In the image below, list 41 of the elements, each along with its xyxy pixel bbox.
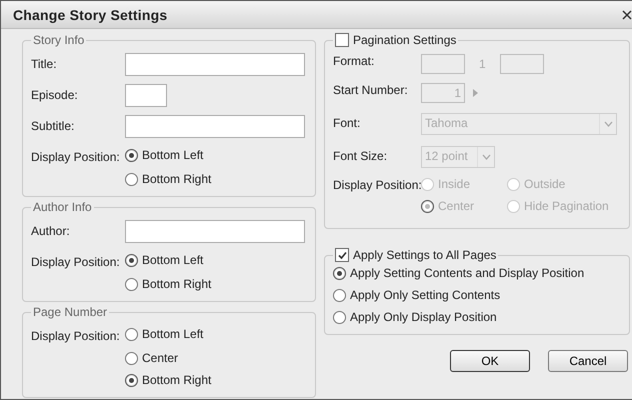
radio-button[interactable]: Bottom Left <box>125 247 307 273</box>
text-field[interactable] <box>125 220 305 243</box>
text-field[interactable] <box>125 53 305 76</box>
field-label: Display Position: <box>31 254 121 271</box>
group-title: Author Info <box>32 200 93 214</box>
radio-button[interactable]: Apply Only Setting Contents <box>333 284 621 306</box>
field-label: Format: <box>333 53 376 70</box>
field-label: Author: <box>31 223 71 240</box>
group-title: Story Info <box>32 33 86 47</box>
radio-button[interactable]: Bottom Right <box>125 168 307 190</box>
text-field[interactable] <box>421 54 465 74</box>
radio-button[interactable]: Bottom Left <box>125 321 307 347</box>
field-label: Display Position: <box>333 177 421 194</box>
radio-button[interactable]: Apply Setting Contents and Display Position <box>333 262 621 284</box>
field-label: Display Position: <box>31 149 121 166</box>
field-label: Subtitle: <box>31 118 76 135</box>
radio-button[interactable]: Bottom Right <box>125 273 307 295</box>
field-label: Title: <box>31 56 58 73</box>
dialog-button[interactable]: Cancel <box>548 350 628 372</box>
radio-button[interactable]: Center <box>125 347 307 369</box>
text-field[interactable] <box>125 115 305 138</box>
radio-button[interactable]: Bottom Left <box>125 142 307 168</box>
field-label: Episode: <box>31 87 79 104</box>
text-field[interactable] <box>500 54 544 74</box>
text-field[interactable] <box>125 84 167 107</box>
radio-button[interactable]: Bottom Right <box>125 369 307 391</box>
field-label: Display Position: <box>31 328 121 345</box>
checkbox[interactable]: Apply Settings to All Pages <box>335 248 496 262</box>
dialog-button[interactable]: OK <box>450 350 530 372</box>
field-label: Font Size: <box>333 148 388 165</box>
field-label: Font: <box>333 115 362 132</box>
field-label: Start Number: <box>333 82 409 99</box>
separator-text: 1 <box>478 56 487 70</box>
chevron-down-icon <box>482 154 490 160</box>
checkbox[interactable]: Pagination Settings <box>335 33 456 47</box>
chevron-down-icon <box>604 120 612 126</box>
triangle-right-icon[interactable] <box>473 88 478 96</box>
group-title: Page Number <box>32 305 108 319</box>
window-title: Change Story Settings <box>13 6 168 22</box>
radio-button[interactable]: Apply Only Display Position <box>333 306 621 328</box>
close-icon[interactable] <box>622 10 632 20</box>
